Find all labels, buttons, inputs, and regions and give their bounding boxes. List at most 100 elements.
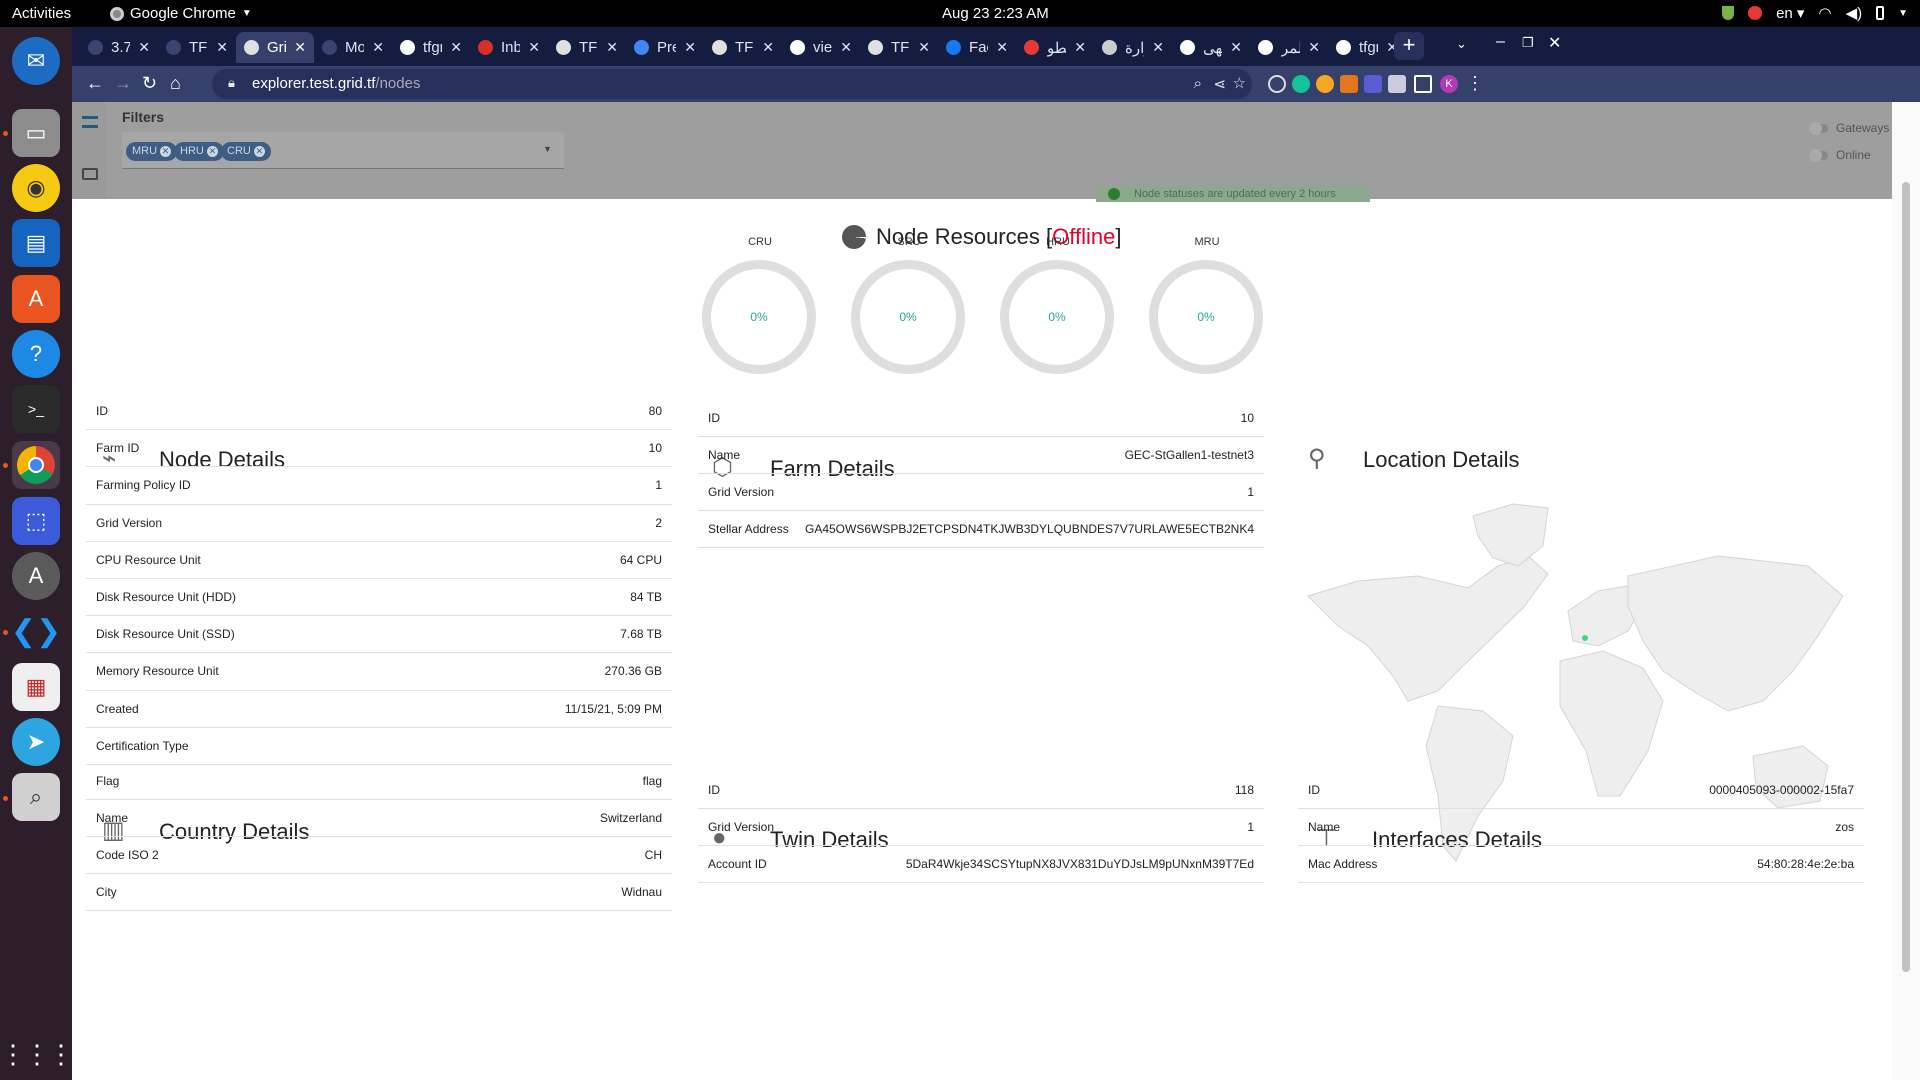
volume-icon[interactable]: ◀) xyxy=(1846,4,1863,22)
close-tab-icon[interactable]: ✕ xyxy=(216,39,228,56)
vscode-icon[interactable]: ❮❯ xyxy=(11,607,61,655)
close-tab-icon[interactable]: ✕ xyxy=(606,39,618,56)
software-updater-icon[interactable]: A xyxy=(12,552,60,600)
maximize-button[interactable]: ❐ xyxy=(1522,35,1534,51)
close-tab-icon[interactable]: ✕ xyxy=(450,39,462,56)
tab[interactable]: Inbo ✕ xyxy=(470,32,548,63)
tab[interactable]: Face ✕ xyxy=(938,32,1016,63)
monitor-icon[interactable] xyxy=(82,168,98,180)
close-tab-icon[interactable]: ✕ xyxy=(1230,39,1242,56)
tab[interactable]: vietr ✕ xyxy=(782,32,860,63)
tab[interactable]: انتهى ✕ xyxy=(1172,32,1250,63)
share-icon[interactable]: ⋖ xyxy=(1213,75,1226,93)
tab[interactable]: 3.7.x ✕ xyxy=(80,32,158,63)
tab[interactable]: TF Ex ✕ xyxy=(158,32,236,63)
libreoffice-writer-icon[interactable]: ▤ xyxy=(12,219,60,267)
language-indicator[interactable]: en ▾ xyxy=(1776,4,1804,22)
battery-icon[interactable] xyxy=(1876,6,1885,20)
close-icon[interactable]: ✕ xyxy=(160,146,172,157)
clock[interactable]: Aug 23 2:23 AM xyxy=(942,5,1049,22)
gateways-toggle[interactable]: Gateways xyxy=(1809,121,1889,135)
scrollbar-thumb[interactable] xyxy=(1902,182,1910,972)
table-row: Mac Address 54:80:28:4e:2e:ba xyxy=(1298,846,1864,883)
row-value: 10 xyxy=(648,441,662,456)
close-tab-icon[interactable]: ✕ xyxy=(294,39,306,56)
extensions-puzzle-icon[interactable] xyxy=(1388,75,1406,93)
rhythmbox-icon[interactable]: ◉ xyxy=(12,164,60,212)
toggle-switch[interactable] xyxy=(1809,148,1828,162)
help-icon[interactable]: ? xyxy=(12,330,60,378)
online-toggle[interactable]: Online xyxy=(1809,148,1871,162)
terminal-icon[interactable]: >_ xyxy=(12,385,60,433)
tab[interactable]: Mov ✕ xyxy=(314,32,392,63)
tab[interactable]: وزارة ✕ xyxy=(1094,32,1172,63)
extension-orange-icon[interactable] xyxy=(1316,75,1334,93)
back-arrow-icon[interactable]: ← xyxy=(86,73,104,94)
tab[interactable]: TF Pl ✕ xyxy=(704,32,782,63)
tab[interactable]: خطو ✕ xyxy=(1016,32,1094,63)
address-bar[interactable]: 🔒︎ explorer.test.grid.tf/nodes ⌕ ⋖ ☆ xyxy=(212,69,1252,99)
close-tab-icon[interactable]: ✕ xyxy=(1308,39,1320,56)
extension-bulb-icon[interactable] xyxy=(1268,75,1286,93)
reload-icon[interactable]: ↻ xyxy=(142,73,157,94)
close-tab-icon[interactable]: ✕ xyxy=(1074,39,1086,56)
profile-avatar[interactable]: K xyxy=(1440,75,1458,93)
bookmark-star-icon[interactable]: ☆ xyxy=(1233,74,1246,92)
grammarly-icon[interactable] xyxy=(1292,75,1310,93)
filter-select[interactable]: MRU ✕ HRU ✕ CRU ✕ ▼ xyxy=(122,132,564,169)
extension-k-icon[interactable] xyxy=(1364,75,1382,93)
magnifier-icon[interactable]: ⌕ xyxy=(12,773,60,821)
close-tab-icon[interactable]: ✕ xyxy=(1152,39,1164,56)
telegram-icon[interactable]: ➤ xyxy=(12,718,60,766)
close-icon[interactable]: ✕ xyxy=(206,146,218,157)
close-tab-icon[interactable]: ✕ xyxy=(996,39,1008,56)
menu-kebab-icon[interactable]: ⋮ xyxy=(1466,73,1484,94)
nodes-list-icon[interactable] xyxy=(82,116,98,128)
tab[interactable]: المر ✕ xyxy=(1250,32,1328,63)
filter-chip-hru[interactable]: HRU ✕ xyxy=(174,142,224,161)
tab[interactable]: Grid ✕ xyxy=(236,32,314,63)
filter-chip-mru[interactable]: MRU ✕ xyxy=(126,142,178,161)
home-icon[interactable]: ⌂ xyxy=(170,73,181,94)
screenshot-icon[interactable]: ⬚ xyxy=(12,497,60,545)
chrome-icon xyxy=(110,6,124,21)
files-icon[interactable]: ▭ xyxy=(12,109,60,157)
close-tab-icon[interactable]: ✕ xyxy=(138,39,150,56)
tab[interactable]: Pres ✕ xyxy=(626,32,704,63)
system-tray[interactable]: en ▾ ◠ ◀) ▼ xyxy=(1722,4,1908,22)
close-tab-icon[interactable]: ✕ xyxy=(840,39,852,56)
thunderbird-icon[interactable]: ✉ xyxy=(12,37,60,85)
tab[interactable]: TF Pl ✕ xyxy=(860,32,938,63)
chevron-down-icon[interactable]: ▼ xyxy=(1898,8,1908,19)
document-viewer-icon[interactable]: ▦ xyxy=(12,663,60,711)
software-center-icon[interactable]: A xyxy=(12,275,60,323)
tab-search-icon[interactable]: ⌄ xyxy=(1456,36,1467,52)
forward-arrow-icon[interactable]: → xyxy=(114,73,132,94)
metamask-icon[interactable] xyxy=(1340,75,1358,93)
new-tab-button[interactable]: + xyxy=(1394,32,1424,60)
record-icon[interactable] xyxy=(1748,6,1763,20)
close-tab-icon[interactable]: ✕ xyxy=(528,39,540,56)
filter-chip-cru[interactable]: CRU ✕ xyxy=(221,142,271,161)
close-tab-icon[interactable]: ✕ xyxy=(918,39,930,56)
close-tab-icon[interactable]: ✕ xyxy=(372,39,384,56)
minimize-button[interactable]: – xyxy=(1496,33,1505,51)
wifi-icon[interactable]: ◠ xyxy=(1818,4,1831,22)
chrome-icon[interactable] xyxy=(12,441,60,489)
tab[interactable]: TF Pl ✕ xyxy=(548,32,626,63)
lock-icon[interactable]: 🔒︎ xyxy=(228,75,235,91)
side-panel-icon[interactable] xyxy=(1414,75,1432,93)
toggle-switch[interactable] xyxy=(1809,121,1828,135)
close-tab-icon[interactable]: ✕ xyxy=(684,39,696,56)
activities-button[interactable]: Activities xyxy=(12,5,71,22)
shield-icon[interactable] xyxy=(1722,6,1735,20)
tab[interactable]: tfgri ✕ xyxy=(392,32,470,63)
zoom-icon[interactable]: ⌕ xyxy=(1194,75,1202,92)
app-menu[interactable]: Google Chrome ▼ xyxy=(110,5,252,22)
scrollbar[interactable] xyxy=(1892,102,1920,1080)
dropdown-arrow-icon[interactable]: ▼ xyxy=(543,144,552,154)
close-window-button[interactable]: ✕ xyxy=(1548,33,1561,53)
close-icon[interactable]: ✕ xyxy=(253,146,265,157)
close-tab-icon[interactable]: ✕ xyxy=(762,39,774,56)
app-grid-icon[interactable]: ⋮⋮⋮ xyxy=(0,1030,74,1078)
